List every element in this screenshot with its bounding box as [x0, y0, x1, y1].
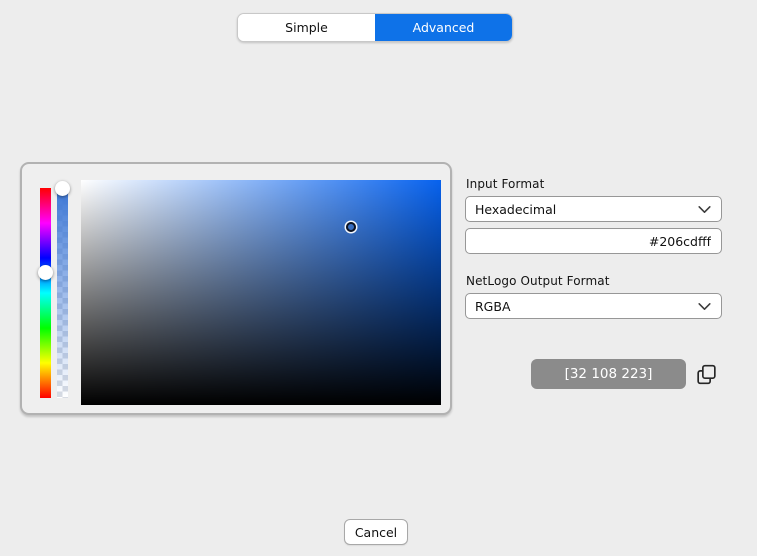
color-selection-cursor[interactable]	[346, 222, 356, 232]
copy-icon	[694, 362, 719, 387]
alpha-slider-handle[interactable]	[55, 181, 70, 196]
input-format-selected-value: Hexadecimal	[475, 202, 696, 217]
chevron-down-icon	[696, 201, 713, 218]
chevron-down-icon	[696, 298, 713, 315]
input-format-label: Input Format	[466, 177, 544, 191]
cancel-button[interactable]: Cancel	[344, 519, 408, 545]
output-format-selected-value: RGBA	[475, 299, 696, 314]
netlogo-value-button[interactable]: [32 108 223]	[531, 359, 686, 389]
saturation-value-area[interactable]	[81, 180, 441, 405]
output-format-dropdown[interactable]: RGBA	[465, 293, 722, 319]
tab-simple[interactable]: Simple	[238, 14, 375, 41]
tab-advanced[interactable]: Advanced	[375, 14, 512, 41]
hex-color-input[interactable]	[465, 228, 722, 254]
color-picker-panel	[20, 162, 452, 415]
output-format-label: NetLogo Output Format	[466, 274, 610, 288]
mode-toggle: Simple Advanced	[237, 13, 513, 42]
input-format-dropdown[interactable]: Hexadecimal	[465, 196, 722, 222]
color-picker-dialog: Simple Advanced Input Format Hexadecimal…	[0, 0, 757, 556]
alpha-slider[interactable]	[57, 188, 68, 398]
hue-slider-handle[interactable]	[38, 265, 53, 280]
hue-slider[interactable]	[40, 188, 51, 398]
copy-button[interactable]	[693, 361, 719, 387]
